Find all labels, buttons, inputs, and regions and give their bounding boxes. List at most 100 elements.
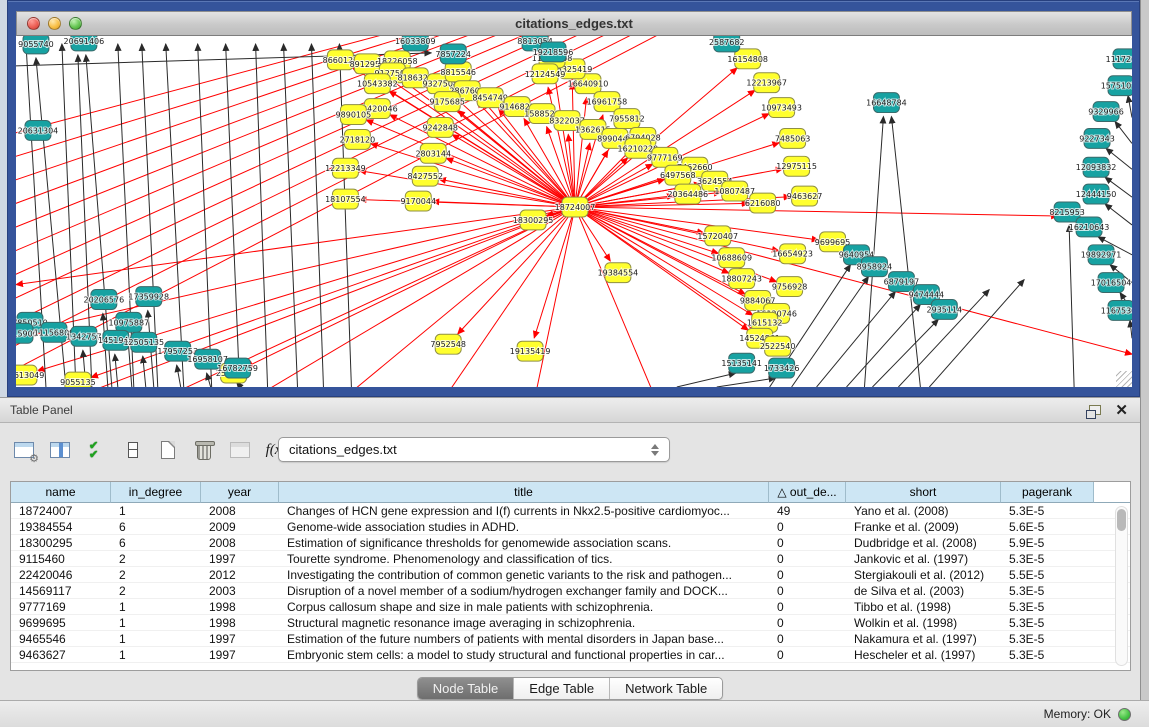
table-cell[interactable]: 2008 <box>201 535 279 551</box>
table-cell[interactable]: 18724007 <box>11 503 111 519</box>
table-row[interactable]: 2242004622012Investigating the contribut… <box>11 567 1130 583</box>
table-cell[interactable]: 5.3E-5 <box>1001 615 1094 631</box>
graph-node[interactable]: 7485063 <box>775 128 811 148</box>
graph-node[interactable]: 1733426 <box>764 358 800 378</box>
graph-node[interactable]: 7952548 <box>430 334 466 354</box>
column-header[interactable]: pagerank <box>1001 482 1094 503</box>
row-height-icon[interactable] <box>120 439 144 461</box>
tab-edge-table[interactable]: Edge Table <box>514 678 610 699</box>
table-cell[interactable]: 1 <box>111 503 201 519</box>
table-cell[interactable]: 2 <box>111 551 201 567</box>
column-header[interactable]: name <box>11 482 111 503</box>
tab-network-table[interactable]: Network Table <box>610 678 722 699</box>
graph-node[interactable]: 2935114 <box>927 299 963 319</box>
resize-grip[interactable] <box>1116 371 1132 387</box>
graph-node[interactable]: 9242848 <box>422 118 458 138</box>
table-row[interactable]: 1830029562008Estimation of significance … <box>11 535 1130 551</box>
graph-node[interactable]: 19892971 <box>1081 245 1122 265</box>
scrollbar-thumb[interactable] <box>1117 509 1126 531</box>
table-cell[interactable]: 1997 <box>201 647 279 663</box>
table-cell[interactable]: 1 <box>111 647 201 663</box>
table-row[interactable]: 946362711997Embryonic stem cells: a mode… <box>11 647 1130 663</box>
graph-node[interactable]: 20691406 <box>64 36 105 51</box>
column-header[interactable]: title <box>279 482 769 503</box>
table-cell[interactable]: 18300295 <box>11 535 111 551</box>
table-cell[interactable]: 9465546 <box>11 631 111 647</box>
graph-node[interactable]: 15135141 <box>721 353 762 373</box>
graph-node[interactable]: 9227343 <box>1079 128 1115 148</box>
graph-node[interactable]: 10975887 <box>108 312 149 332</box>
table-cell[interactable]: 1998 <box>201 599 279 615</box>
graph-node[interactable]: 12613049 <box>16 365 44 385</box>
table-cell[interactable]: 6 <box>111 519 201 535</box>
table-cell[interactable]: 5.3E-5 <box>1001 503 1094 519</box>
graph-node[interactable]: 9756928 <box>772 277 808 297</box>
table-row[interactable]: 946554611997Estimation of the future num… <box>11 631 1130 647</box>
close-panel-icon[interactable]: ✕ <box>1115 403 1128 418</box>
graph-node[interactable]: 9463627 <box>787 186 823 206</box>
float-panel-icon[interactable] <box>1089 405 1101 415</box>
table-cell[interactable]: Disruption of a novel member of a sodium… <box>279 583 769 599</box>
table-cell[interactable]: Wolkin et al. (1998) <box>846 615 1001 631</box>
table-cell[interactable]: 0 <box>769 615 846 631</box>
memory-status-icon[interactable] <box>1118 708 1131 721</box>
graph-node[interactable]: 9890105 <box>336 105 372 125</box>
table-cell[interactable]: Jankovic et al. (1997) <box>846 551 1001 567</box>
graph-node[interactable]: 20206576 <box>84 290 125 310</box>
table-row[interactable]: 1456911722003Disruption of a novel membe… <box>11 583 1130 599</box>
table-cell[interactable]: 5.5E-5 <box>1001 567 1094 583</box>
table-cell[interactable]: 0 <box>769 567 846 583</box>
table-cell[interactable]: Dudbridge et al. (2008) <box>846 535 1001 551</box>
graph-node[interactable]: 18107554 <box>325 189 366 209</box>
graph-node[interactable]: 8815546 <box>440 62 476 82</box>
new-table-icon[interactable] <box>156 439 180 461</box>
graph-node[interactable]: 2803144 <box>415 143 451 163</box>
graph-node[interactable]: 8427552 <box>407 166 443 186</box>
graph-node[interactable]: 9055135 <box>60 372 96 387</box>
close-window-icon[interactable] <box>27 17 40 30</box>
table-cell[interactable]: 1997 <box>201 551 279 567</box>
table-row[interactable]: 969969511998Structural magnetic resonanc… <box>11 615 1130 631</box>
table-cell[interactable]: 14569117 <box>11 583 111 599</box>
table-cell[interactable]: 5.9E-5 <box>1001 535 1094 551</box>
table-cell[interactable]: Genome-wide association studies in ADHD. <box>279 519 769 535</box>
table-cell[interactable]: Structural magnetic resonance image aver… <box>279 615 769 631</box>
graph-node[interactable]: 11675300 <box>1101 300 1132 320</box>
table-cell[interactable]: Corpus callosum shape and size in male p… <box>279 599 769 615</box>
table-cell[interactable]: 2 <box>111 583 201 599</box>
graph-node[interactable]: 7857224 <box>435 44 471 64</box>
table-cell[interactable]: 9699695 <box>11 615 111 631</box>
show-column-icon[interactable] <box>48 439 72 461</box>
table-row[interactable]: 1938455462009Genome-wide association stu… <box>11 519 1130 535</box>
table-row[interactable]: 977716911998Corpus callosum shape and si… <box>11 599 1130 615</box>
table-cell[interactable]: 6 <box>111 535 201 551</box>
table-cell[interactable]: 5.3E-5 <box>1001 551 1094 567</box>
graph-node[interactable]: 2522540 <box>760 336 796 356</box>
tab-node-table[interactable]: Node Table <box>418 678 515 699</box>
graph-node[interactable]: 8958924 <box>857 257 893 277</box>
table-cell[interactable]: 2003 <box>201 583 279 599</box>
table-cell[interactable]: de Silva et al. (2003) <box>846 583 1001 599</box>
table-cell[interactable]: Franke et al. (2009) <box>846 519 1001 535</box>
graph-node[interactable]: 2718120 <box>340 129 376 149</box>
network-canvas[interactable]: 1872400718300295193845548660123891295418… <box>16 36 1132 387</box>
table-cell[interactable]: 1997 <box>201 631 279 647</box>
graph-node[interactable]: 17359928 <box>128 287 169 307</box>
table-cell[interactable]: Stergiakouli et al. (2012) <box>846 567 1001 583</box>
table-cell[interactable]: 5.3E-5 <box>1001 647 1094 663</box>
table-cell[interactable]: Changes of HCN gene expression and I(f) … <box>279 503 769 519</box>
table-cell[interactable]: 0 <box>769 551 846 567</box>
graph-node[interactable]: 12213967 <box>746 73 787 93</box>
column-header[interactable]: short <box>846 482 1001 503</box>
table-cell[interactable]: Hescheler et al. (1997) <box>846 647 1001 663</box>
table-cell[interactable]: 1 <box>111 631 201 647</box>
table-cell[interactable]: Yano et al. (2008) <box>846 503 1001 519</box>
minimize-window-icon[interactable] <box>48 17 61 30</box>
zoom-window-icon[interactable] <box>69 17 82 30</box>
table-cell[interactable]: 19384554 <box>11 519 111 535</box>
column-header[interactable]: in_degree <box>111 482 201 503</box>
table-cell[interactable]: Estimation of the future numbers of pati… <box>279 631 769 647</box>
select-columns-icon[interactable] <box>84 439 108 461</box>
graph-node[interactable]: 10688609 <box>711 248 752 268</box>
graph-node[interactable]: 9175685 <box>429 92 465 112</box>
